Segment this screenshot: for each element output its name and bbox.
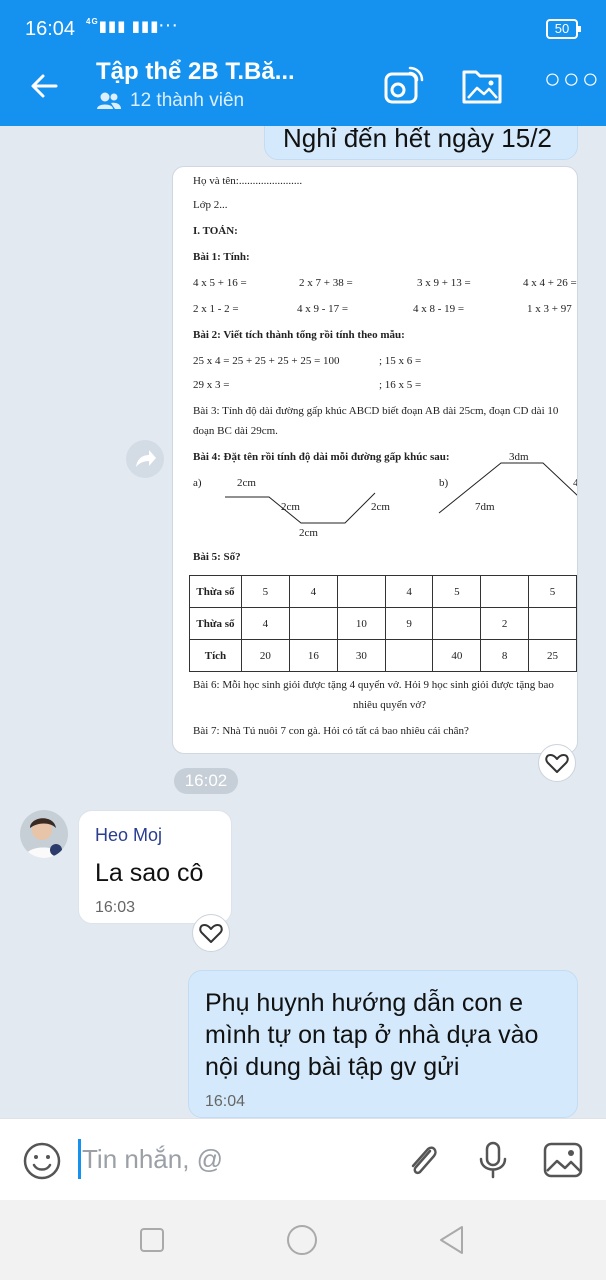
table-cell: 16 bbox=[288, 639, 338, 672]
video-call-button[interactable] bbox=[382, 64, 426, 108]
folder-image-icon bbox=[462, 70, 502, 104]
like-button[interactable] bbox=[538, 744, 576, 782]
member-count-label: 12 thành viên bbox=[130, 90, 245, 111]
message-text: Phụ huynh hướng dẫn con e mình tự on tap… bbox=[205, 989, 539, 1081]
table-cell bbox=[432, 607, 482, 640]
network-type: 4G bbox=[86, 17, 99, 26]
table-cell bbox=[480, 575, 529, 608]
circle-icon bbox=[287, 1225, 317, 1255]
table-cell: 2 bbox=[480, 607, 529, 640]
back-nav-button[interactable] bbox=[436, 1224, 468, 1256]
table-cell bbox=[288, 607, 338, 640]
table-cell: 5 bbox=[527, 575, 577, 608]
battery-level: 50 bbox=[554, 21, 570, 36]
message-bubble-outgoing[interactable]: Nghỉ đến hết ngày 15/2 bbox=[264, 126, 578, 160]
system-navigation-bar bbox=[0, 1200, 606, 1280]
table-cell: 30 bbox=[336, 639, 386, 672]
back-button[interactable] bbox=[24, 66, 64, 106]
like-button[interactable] bbox=[192, 914, 230, 952]
image-icon bbox=[543, 1142, 583, 1178]
multiplication-table: Thừa số 5 4 4 5 5 Thừa số 4 10 9 2 Tích bbox=[189, 575, 577, 672]
message-time: 16:04 bbox=[205, 1093, 246, 1110]
triangle-back-icon bbox=[440, 1226, 463, 1254]
table-cell: 5 bbox=[240, 575, 290, 608]
table-cell: 10 bbox=[336, 607, 386, 640]
message-text: La sao cô bbox=[95, 859, 204, 887]
message-bubble-outgoing[interactable]: Phụ huynh hướng dẫn con e mình tự on tap… bbox=[188, 970, 578, 1118]
group-title[interactable]: Tập thể 2B T.Bă... bbox=[96, 58, 295, 86]
polyline-a bbox=[225, 492, 376, 524]
status-time: 16:04 bbox=[25, 18, 76, 40]
more-dots-icon[interactable]: ○○○ bbox=[544, 65, 599, 118]
emoji-button[interactable] bbox=[22, 1141, 62, 1181]
attach-button[interactable] bbox=[402, 1139, 444, 1181]
table-cell: 20 bbox=[240, 639, 290, 672]
gallery-button[interactable] bbox=[542, 1139, 584, 1181]
more-notifications-icon: ··· bbox=[158, 14, 178, 36]
table-cell: 4 bbox=[288, 575, 338, 608]
polyline-b bbox=[438, 462, 577, 514]
worksheet-image[interactable]: Họ và tên:....................... Lớp 2.… bbox=[172, 166, 578, 754]
polyline-figures bbox=[225, 462, 577, 524]
square-icon bbox=[140, 1228, 164, 1252]
sender-name[interactable]: Heo Moj bbox=[95, 825, 162, 846]
table-cell: 8 bbox=[480, 639, 529, 672]
share-arrow-icon bbox=[136, 450, 156, 467]
message-bubble-incoming[interactable]: Heo Moj La sao cô 16:03 bbox=[78, 810, 232, 924]
table-cell: 5 bbox=[432, 575, 482, 608]
heart-icon bbox=[545, 754, 569, 773]
table-cell bbox=[336, 575, 386, 608]
table-cell: 9 bbox=[384, 607, 434, 640]
ws-ex5-title: Bài 5: Số? bbox=[193, 551, 241, 563]
ws-ex7-line: Bài 7: Nhà Tú nuôi 7 con gà. Hỏi có tất … bbox=[193, 725, 469, 737]
chat-area[interactable]: Nghỉ đến hết ngày 15/2 Họ và tên:.......… bbox=[0, 126, 606, 1118]
status-bar: 16:04 4G▮▮▮ ▮▮▮ ··· 50 bbox=[0, 0, 606, 46]
message-input[interactable] bbox=[82, 1137, 342, 1181]
message-composer bbox=[0, 1118, 606, 1200]
table-cell: 4 bbox=[384, 575, 434, 608]
message-timestamp: 16:02 bbox=[174, 768, 238, 794]
table-row: Thừa số 4 10 9 2 bbox=[189, 607, 577, 640]
ws-ex6-line: Bài 6: Mỗi học sinh giỏi được tặng 4 quy… bbox=[193, 679, 554, 691]
table-row: Tích 20 16 30 40 8 25 bbox=[189, 639, 577, 672]
message-text: Nghỉ đến hết ngày 15/2 bbox=[283, 126, 552, 153]
battery-icon: 50 bbox=[546, 19, 581, 39]
emoji-icon bbox=[23, 1142, 61, 1180]
microphone-icon bbox=[479, 1141, 507, 1179]
heart-icon bbox=[199, 924, 223, 943]
chat-header: Tập thể 2B T.Bă... 12 thành viên ○○○ bbox=[0, 46, 606, 126]
member-count[interactable]: 12 thành viên bbox=[96, 90, 244, 112]
table-row: Thừa số 5 4 4 5 5 bbox=[189, 575, 577, 608]
table-cell bbox=[527, 607, 577, 640]
table-cell: Thừa số bbox=[189, 575, 242, 608]
avatar[interactable] bbox=[20, 810, 68, 858]
ws-ex6-line: nhiêu quyển vở? bbox=[353, 699, 427, 711]
avatar-image bbox=[20, 810, 68, 858]
table-cell: Thừa số bbox=[189, 607, 242, 640]
paperclip-icon bbox=[411, 1146, 437, 1175]
recents-button[interactable] bbox=[136, 1224, 168, 1256]
message-time: 16:03 bbox=[95, 899, 136, 916]
members-icon bbox=[97, 92, 121, 109]
home-button[interactable] bbox=[286, 1224, 318, 1256]
media-folder-button[interactable] bbox=[460, 64, 504, 108]
arrow-left-icon bbox=[31, 74, 58, 98]
signal-icon: 4G▮▮▮ ▮▮▮ bbox=[86, 17, 160, 35]
table-cell: 25 bbox=[527, 639, 577, 672]
table-cell: 40 bbox=[432, 639, 482, 672]
table-cell: 4 bbox=[240, 607, 290, 640]
text-cursor bbox=[78, 1139, 81, 1179]
table-cell bbox=[384, 639, 434, 672]
table-cell: Tích bbox=[189, 639, 242, 672]
video-call-icon bbox=[384, 66, 424, 104]
voice-button[interactable] bbox=[472, 1139, 514, 1181]
share-button[interactable] bbox=[126, 440, 164, 478]
